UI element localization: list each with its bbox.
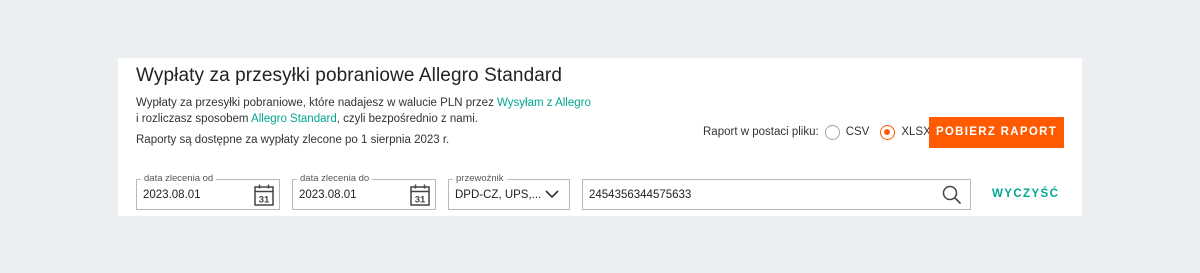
description-text: i rozliczasz sposobem (136, 113, 252, 125)
description: Wypłaty za przesyłki pobraniowe, które n… (136, 95, 606, 127)
report-panel: Wypłaty za przesyłki pobraniowe Allegro … (118, 58, 1082, 216)
clear-filters-button[interactable]: WYCZYŚĆ (992, 188, 1059, 200)
download-report-button[interactable]: POBIERZ RAPORT (929, 117, 1064, 148)
report-format-label: Raport w postaci pliku: (703, 126, 819, 138)
calendar-day-text: 31 (415, 195, 426, 206)
calendar-icon[interactable]: 31 (254, 184, 274, 206)
carrier-value[interactable]: DPD-CZ, UPS,... (455, 189, 541, 201)
wysylam-z-allegro-link[interactable]: Wysyłam z Allegro (497, 97, 591, 109)
description-text: Wypłaty za przesyłki pobraniowe, które n… (136, 97, 498, 109)
chevron-down-icon[interactable] (545, 189, 559, 199)
page-title: Wypłaty za przesyłki pobraniowe Allegro … (136, 65, 563, 86)
xlsx-radio[interactable] (880, 124, 896, 140)
report-format-group: Raport w postaci pliku: CSV XLSX (703, 124, 931, 140)
search-icon[interactable] (942, 185, 962, 205)
allegro-standard-link[interactable]: Allegro Standard (251, 113, 337, 125)
csv-radio-label[interactable]: CSV (846, 126, 870, 138)
calendar-icon[interactable]: 31 (410, 184, 430, 206)
availability-note: Raporty są dostępne za wypłaty zlecone p… (136, 134, 450, 146)
date-from-legend: data zlecenia od (141, 173, 217, 185)
description-text: , czyli bezpośrednio z nami. (336, 113, 478, 125)
xlsx-radio-label[interactable]: XLSX (901, 126, 930, 138)
csv-radio[interactable] (824, 124, 840, 140)
carrier-legend: przewoźnik (453, 173, 507, 185)
date-to-legend: data zlecenia do (297, 173, 373, 185)
date-from-field[interactable]: data zlecenia od 2023.08.01 31 (136, 173, 280, 210)
date-from-value[interactable]: 2023.08.01 (143, 189, 201, 201)
calendar-day-text: 31 (259, 195, 270, 206)
search-field[interactable]: 2454356344575633 (582, 179, 971, 210)
date-to-value[interactable]: 2023.08.01 (299, 189, 357, 201)
date-to-field[interactable]: data zlecenia do 2023.08.01 31 (292, 173, 436, 210)
search-input[interactable]: 2454356344575633 (589, 189, 691, 201)
carrier-select[interactable]: przewoźnik DPD-CZ, UPS,... (448, 173, 570, 210)
